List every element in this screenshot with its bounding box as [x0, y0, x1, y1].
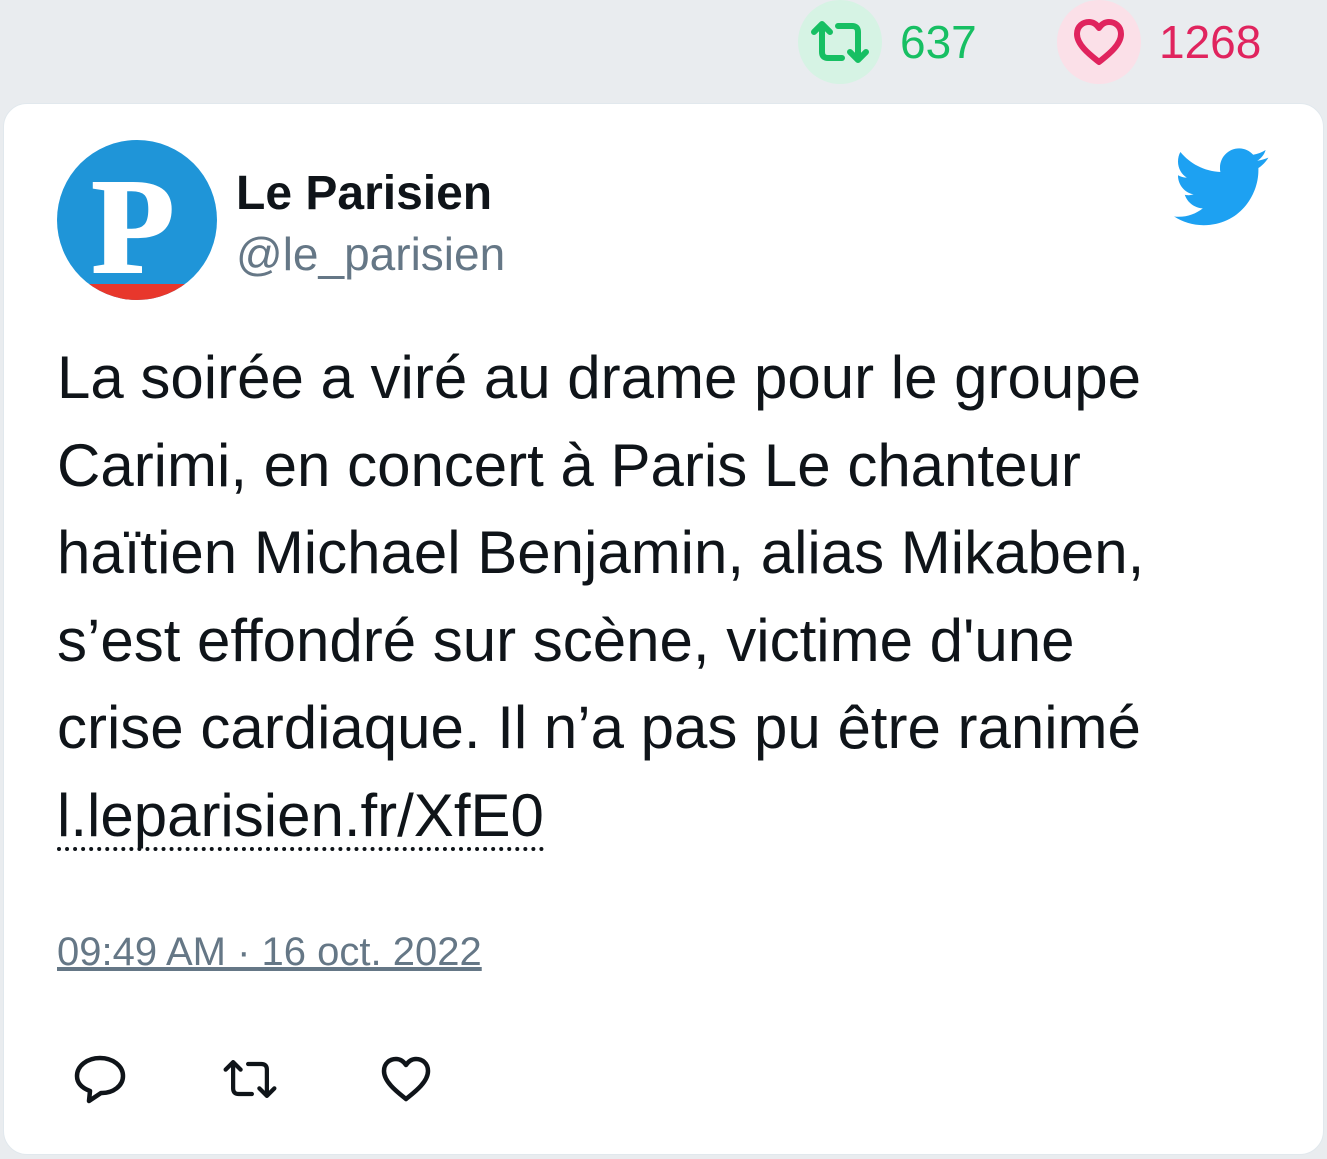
- retweet-stat[interactable]: 637: [798, 0, 977, 84]
- author-name[interactable]: Le Parisien: [236, 166, 492, 222]
- retweet-count: 637: [900, 16, 977, 68]
- tweet-actions: [4, 1049, 1323, 1109]
- twitter-bird-icon[interactable]: [1174, 148, 1270, 228]
- tweet-timestamp[interactable]: 09:49 AM · 16 oct. 2022: [57, 930, 482, 975]
- reply-icon[interactable]: [70, 1049, 130, 1109]
- tweet-text-line: La soirée a viré au drame pour le groupe: [57, 344, 1141, 411]
- retweet-icon[interactable]: [798, 0, 882, 84]
- heart-icon[interactable]: [1057, 0, 1141, 84]
- avatar-letter: P: [91, 152, 174, 300]
- author-handle[interactable]: @le_parisien: [236, 226, 505, 282]
- like-stat[interactable]: 1268: [1057, 0, 1261, 84]
- like-icon[interactable]: [376, 1049, 436, 1109]
- tweet-text-line: s’est effondré sur scène, victime d'une: [57, 606, 1075, 674]
- avatar[interactable]: P: [57, 140, 217, 300]
- retweet-icon[interactable]: [220, 1049, 280, 1109]
- tweet-text: La soirée a viré au drame pour le groupe…: [57, 334, 1287, 859]
- tweet-card[interactable]: P Le Parisien @le_parisien La soirée a v…: [3, 103, 1324, 1155]
- tweet-link[interactable]: l.leparisien.fr/XfE0: [57, 784, 544, 851]
- tweet-text-line: haïtien Michael Benjamin, alias Mikaben,: [57, 519, 1145, 586]
- like-count: 1268: [1159, 16, 1262, 68]
- tweet-text-line: crise cardiaque. Il n’a pas pu être rani…: [57, 694, 1141, 761]
- engagement-stats: 637 1268: [0, 0, 1327, 86]
- tweet-text-line: Carimi, en concert à Paris Le chanteur: [57, 431, 1081, 499]
